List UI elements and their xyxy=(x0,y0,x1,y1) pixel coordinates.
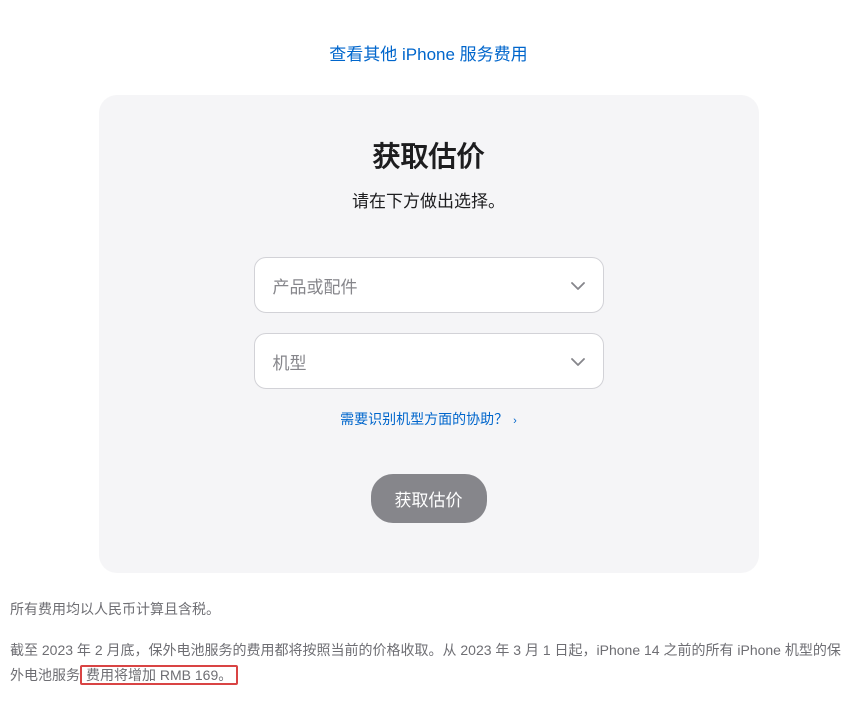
footer-highlight: 费用将增加 RMB 169。 xyxy=(80,665,238,685)
footer-line-2: 截至 2023 年 2 月底，保外电池服务的费用都将按照当前的价格收取。从 20… xyxy=(10,638,847,688)
chevron-down-icon xyxy=(571,275,585,295)
model-select[interactable]: 机型 xyxy=(254,333,604,389)
get-estimate-button[interactable]: 获取估价 xyxy=(371,474,487,523)
product-select[interactable]: 产品或配件 xyxy=(254,257,604,313)
view-other-services-link: 查看其他 iPhone 服务费用 xyxy=(0,40,857,65)
card-subtitle: 请在下方做出选择。 xyxy=(149,187,709,212)
help-identify-link-wrapper: 需要识别机型方面的协助？ › xyxy=(149,409,709,429)
model-select-placeholder: 机型 xyxy=(273,349,307,374)
model-select-wrapper: 机型 xyxy=(254,333,604,389)
product-select-wrapper: 产品或配件 xyxy=(254,257,604,313)
view-other-services-anchor[interactable]: 查看其他 iPhone 服务费用 xyxy=(329,45,527,64)
product-select-placeholder: 产品或配件 xyxy=(273,273,358,298)
submit-wrapper: 获取估价 xyxy=(149,474,709,523)
chevron-down-icon xyxy=(571,351,585,371)
card-title: 获取估价 xyxy=(149,135,709,175)
help-identify-link[interactable]: 需要识别机型方面的协助？ › xyxy=(340,411,517,427)
chevron-right-icon: › xyxy=(510,415,517,427)
footer-line-1: 所有费用均以人民币计算且含税。 xyxy=(10,597,847,622)
footer-text: 所有费用均以人民币计算且含税。 截至 2023 年 2 月底，保外电池服务的费用… xyxy=(10,597,847,689)
help-identify-label: 需要识别机型方面的协助？ xyxy=(340,411,508,427)
estimate-card: 获取估价 请在下方做出选择。 产品或配件 机型 需要识别机型方面的协助？ › xyxy=(99,95,759,573)
